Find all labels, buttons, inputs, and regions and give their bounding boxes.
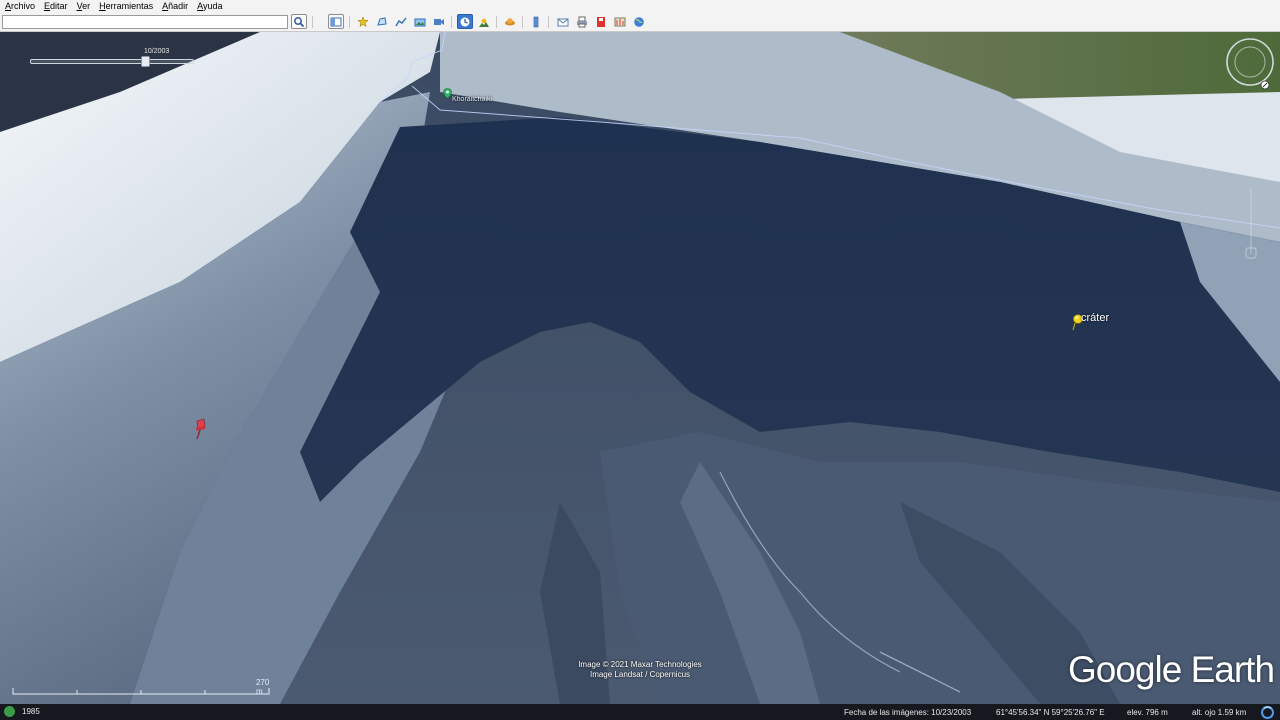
- imagery-attribution: Image © 2021 Maxar Technologies Image La…: [540, 660, 740, 680]
- terrain-imagery: [0, 32, 1280, 704]
- move-joystick-icon[interactable]: [1234, 97, 1266, 129]
- add-path-icon: [395, 17, 407, 26]
- menu-herramientas[interactable]: Herramientas: [94, 0, 157, 13]
- time-slider-date: 10/2003: [144, 48, 170, 55]
- menu-ayuda[interactable]: Ayuda: [192, 0, 226, 13]
- add-placemark-icon: [357, 15, 369, 27]
- time-slider-track[interactable]: [30, 59, 194, 64]
- elevation-readout: elev. 796 m: [1127, 708, 1168, 717]
- pushpin-red-icon[interactable]: [193, 418, 209, 440]
- menu-editar[interactable]: Editar: [39, 0, 72, 13]
- attribution-line-2: Image Landsat / Copernicus: [589, 670, 691, 679]
- historical-imagery-button[interactable]: [457, 14, 473, 29]
- save-image-icon: [597, 16, 605, 27]
- zoom-slider-icon[interactable]: [1245, 188, 1257, 259]
- compass-north-icon[interactable]: [1260, 80, 1270, 90]
- menu-anadir[interactable]: Añadir: [157, 0, 192, 13]
- menu-ver[interactable]: Ver: [72, 0, 95, 13]
- email-icon: [557, 18, 569, 26]
- add-image-overlay-icon: [414, 18, 426, 26]
- add-polygon-button[interactable]: [374, 14, 390, 29]
- switch-to-sky-button[interactable]: [502, 14, 518, 29]
- search-input[interactable]: [2, 15, 288, 29]
- add-placemark-button[interactable]: [355, 14, 371, 29]
- sidebar-toggle-icon: [330, 17, 342, 26]
- sunlight-icon: [479, 18, 489, 27]
- add-image-overlay-button[interactable]: [412, 14, 428, 29]
- time-slider-thumb[interactable]: [141, 56, 151, 67]
- switch-to-sky-icon: [505, 17, 515, 25]
- look-joystick-icon[interactable]: [1226, 38, 1274, 86]
- streaming-status-icon: [1261, 706, 1274, 719]
- summit-placemark-icon[interactable]: [443, 86, 452, 99]
- search-button[interactable]: [291, 14, 307, 29]
- navigation-controls[interactable]: [1222, 38, 1280, 268]
- globe-icon: [634, 16, 644, 27]
- view-in-maps-icon: [614, 17, 626, 26]
- record-tour-icon: [434, 18, 444, 25]
- search-icon: [294, 16, 305, 27]
- save-image-button[interactable]: [593, 14, 609, 29]
- status-year: 1985: [22, 707, 40, 716]
- sunlight-button[interactable]: [476, 14, 492, 29]
- google-earth-logo: Google Earth: [1068, 649, 1275, 690]
- menu-bar: Archivo Editar Ver Herramientas Añadir A…: [0, 0, 1280, 13]
- add-path-button[interactable]: [393, 14, 409, 29]
- print-button[interactable]: [574, 14, 590, 29]
- add-polygon-icon: [377, 16, 387, 26]
- record-tour-button[interactable]: [431, 14, 447, 29]
- sidebar-toggle-button[interactable]: [328, 14, 344, 29]
- historical-imagery-icon: [460, 17, 470, 26]
- place-label-summit[interactable]: Khoraitchaiki: [452, 96, 492, 103]
- cursor-coordinates: 61°45'56.34" N 59°25'26.76" E: [996, 708, 1105, 717]
- status-bar: 1985 Fecha de las imágenes: 10/23/2003 6…: [0, 704, 1280, 720]
- historical-year-icon[interactable]: [4, 706, 15, 717]
- toolbar: [0, 13, 1280, 32]
- imagery-date: Fecha de las imágenes: 10/23/2003: [844, 708, 972, 717]
- placemark-crater[interactable]: cráter: [1081, 312, 1109, 324]
- print-icon: [577, 16, 587, 27]
- time-slider[interactable]: 10/2003: [18, 48, 194, 72]
- eye-altitude-readout: alt. ojo 1.59 km: [1192, 708, 1247, 717]
- email-button[interactable]: [555, 14, 571, 29]
- attribution-line-1: Image © 2021 Maxar Technologies: [578, 660, 702, 669]
- ruler-icon: [533, 16, 539, 27]
- menu-archivo[interactable]: Archivo: [0, 0, 39, 13]
- view-in-maps-button[interactable]: [612, 14, 628, 29]
- scale-legend: 270 m: [12, 676, 272, 702]
- map-viewport[interactable]: 10/2003 Khoraitchaiki cráter Image © 202…: [0, 32, 1280, 704]
- ruler-button[interactable]: [528, 14, 544, 29]
- google-earth-globe-button[interactable]: [631, 14, 647, 29]
- scale-label: 270 m: [256, 678, 270, 696]
